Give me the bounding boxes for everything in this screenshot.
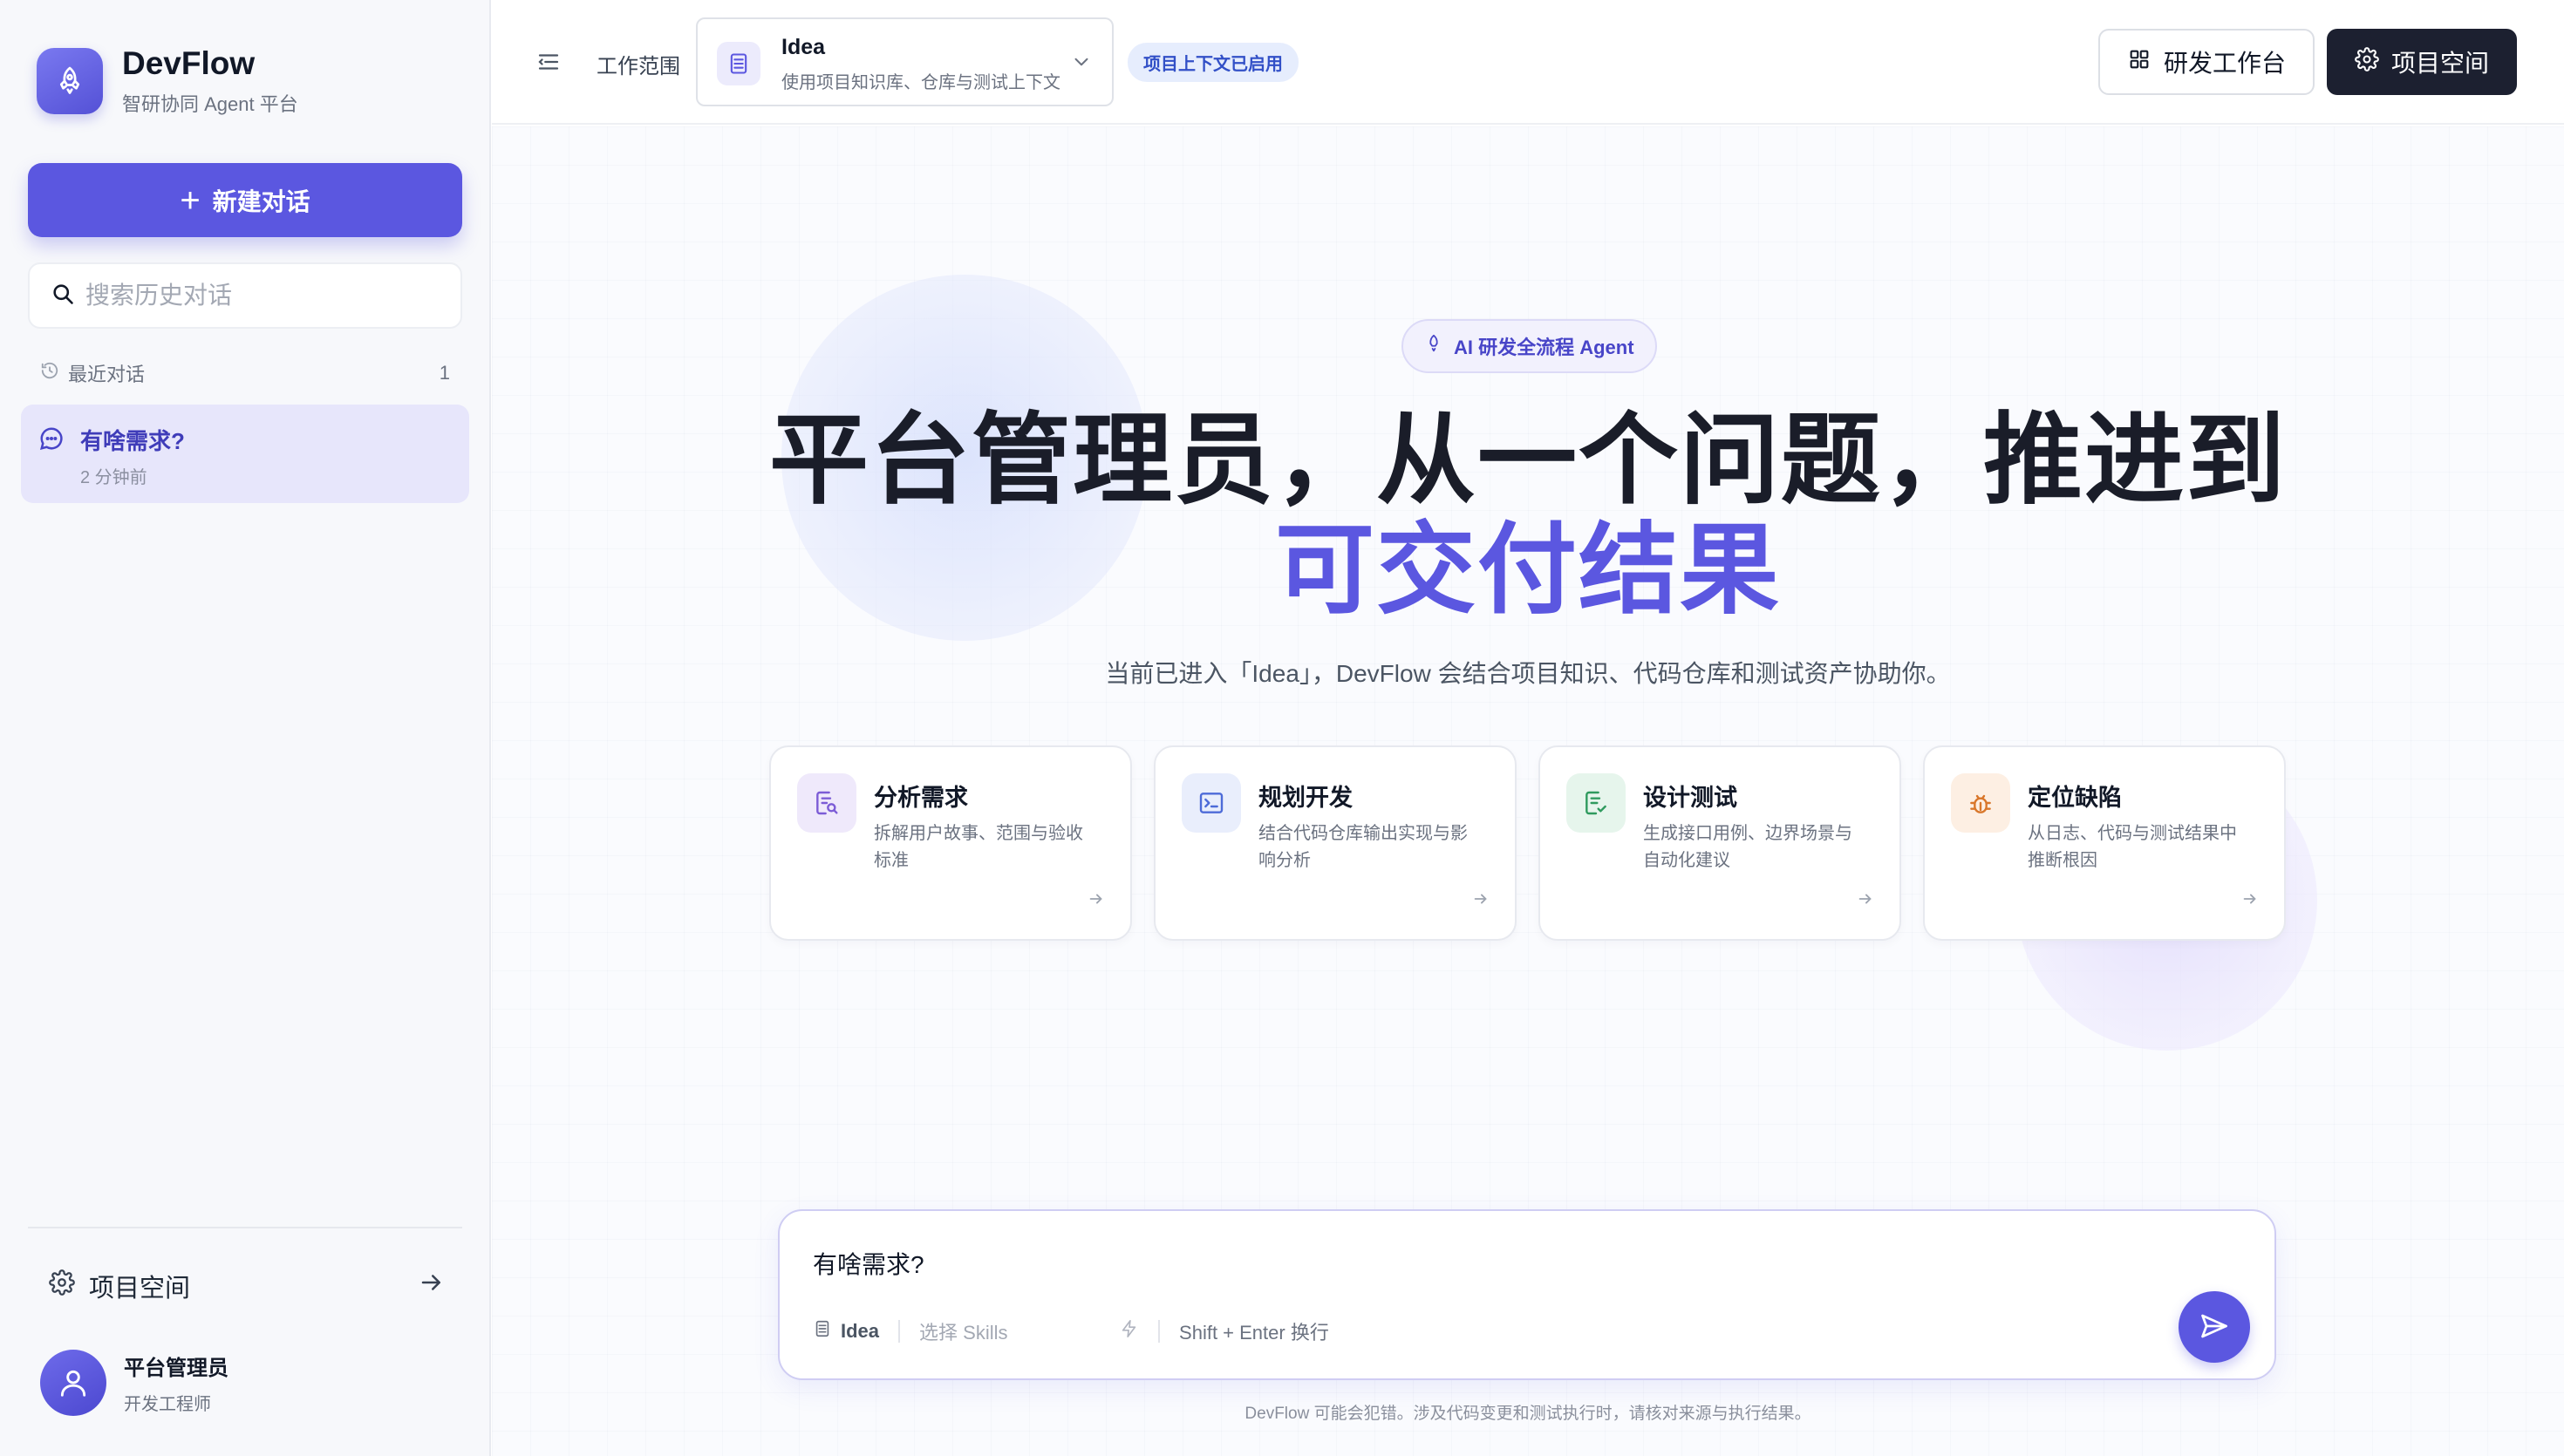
sidebar-toggle-icon[interactable] (535, 49, 562, 79)
arrow-right-icon (1087, 889, 1106, 913)
brand: DevFlow 智研协同 Agent 平台 (37, 45, 298, 117)
test-document-icon (1566, 773, 1626, 833)
hero-title-accent: 可交付结果 (1274, 515, 1781, 626)
history-icon (40, 361, 59, 385)
search-icon (51, 282, 75, 310)
card-description: 从日志、代码与测试结果中推断根因 (2028, 824, 2237, 870)
rocket-icon (1424, 334, 1443, 358)
rocket-icon (37, 48, 103, 114)
card-plan-development[interactable]: 规划开发 结合代码仓库输出实现与影响分析 (1154, 745, 1517, 941)
composer-scope[interactable]: Idea (813, 1319, 879, 1344)
recent-count: 1 (439, 362, 450, 384)
chat-bubble-icon (38, 425, 65, 456)
send-button[interactable] (2179, 1291, 2250, 1363)
avatar (40, 1350, 106, 1416)
workbench-button[interactable]: 研发工作台 (2098, 29, 2315, 95)
brand-subtitle: 智研协同 Agent 平台 (122, 93, 298, 115)
recent-label: 最近对话 (68, 364, 146, 385)
recent-header: 最近对话 1 (40, 359, 450, 387)
arrow-right-icon (419, 1269, 445, 1303)
arrow-right-icon (1856, 889, 1875, 913)
project-space-button-label: 项目空间 (2390, 50, 2489, 77)
grid-icon (2127, 47, 2151, 78)
scope-label: 工作范围 (597, 55, 680, 78)
document-search-icon (797, 773, 856, 833)
gear-icon (49, 1269, 75, 1303)
agent-pill: AI 研发全流程 Agent (1401, 319, 1657, 373)
bug-icon (1951, 773, 2010, 833)
composer-scope-name: Idea (841, 1320, 880, 1342)
send-icon (2199, 1310, 2230, 1344)
arrow-right-icon (1471, 889, 1490, 913)
card-locate-defects[interactable]: 定位缺陷 从日志、代码与测试结果中推断根因 (1923, 745, 2286, 941)
scope-name: Idea (781, 35, 826, 59)
user-name: 平台管理员 (124, 1357, 228, 1380)
context-status-badge: 项目上下文已启用 (1128, 43, 1299, 82)
lightning-icon[interactable] (1120, 1319, 1139, 1344)
conversation-item[interactable]: 有啥需求? 2 分钟前 (21, 405, 469, 503)
document-icon (813, 1319, 832, 1344)
agent-pill-label: AI 研发全流程 Agent (1454, 337, 1634, 358)
card-title: 分析需求 (874, 785, 968, 811)
gear-icon (2355, 46, 2379, 78)
workbench-label: 研发工作台 (2163, 50, 2286, 77)
user-profile[interactable]: 平台管理员 开发工程师 (40, 1350, 228, 1416)
search-box[interactable] (28, 262, 462, 329)
conversation-time: 2 分钟前 (80, 468, 147, 487)
main-area: AI 研发全流程 Agent 平台管理员，从一个问题，推进到 可交付结果 当前已… (492, 126, 2564, 1456)
card-description: 拆解用户故事、范围与验收标准 (874, 824, 1083, 870)
divider (898, 1320, 901, 1343)
hero-subtitle: 当前已进入「Idea」，DevFlow 会结合项目知识、代码仓库和测试资产协助你… (1105, 660, 1951, 687)
conversation-title: 有啥需求? (80, 428, 185, 454)
sidebar: DevFlow 智研协同 Agent 平台 + 新建对话 最近对话 1 (0, 0, 491, 1456)
document-icon (717, 42, 760, 85)
search-input[interactable] (85, 282, 452, 310)
card-title: 定位缺陷 (2028, 785, 2122, 811)
chevron-down-icon (1070, 51, 1093, 78)
terminal-icon (1182, 773, 1241, 833)
divider (1158, 1320, 1161, 1343)
composer-toolbar: Idea 选择 Skills Shift + Enter 换行 (813, 1316, 1329, 1347)
card-analyze-requirements[interactable]: 分析需求 拆解用户故事、范围与验收标准 (769, 745, 1132, 941)
disclaimer: DevFlow 可能会犯错。涉及代码变更和测试执行时，请核对来源与执行结果。 (1244, 1405, 1811, 1423)
new-chat-label: 新建对话 (212, 187, 310, 215)
sidebar-project-space-link[interactable]: 项目空间 (35, 1264, 445, 1308)
project-space-label: 项目空间 (89, 1275, 191, 1303)
brand-name: DevFlow (122, 45, 256, 81)
card-title: 设计测试 (1643, 785, 1737, 811)
newline-hint: Shift + Enter 换行 (1179, 1322, 1329, 1344)
scope-description: 使用项目知识库、仓库与测试上下文 (781, 73, 1060, 92)
card-title: 规划开发 (1258, 785, 1353, 811)
card-description: 结合代码仓库输出实现与影响分析 (1258, 824, 1468, 870)
plus-icon: + (180, 180, 201, 220)
top-header: 工作范围 Idea 使用项目知识库、仓库与测试上下文 项目上下文已启用 研发工作… (492, 0, 2564, 125)
arrow-right-icon (2240, 889, 2260, 913)
message-input[interactable]: 有啥需求? (813, 1246, 924, 1281)
card-description: 生成接口用例、边界场景与自动化建议 (1643, 824, 1852, 870)
new-chat-button[interactable]: + 新建对话 (28, 163, 462, 237)
project-space-button[interactable]: 项目空间 (2327, 29, 2517, 95)
sidebar-divider (28, 1227, 462, 1228)
skills-select[interactable]: 选择 Skills (919, 1317, 1120, 1345)
scope-select[interactable]: Idea 使用项目知识库、仓库与测试上下文 (696, 17, 1114, 106)
hero-title: 平台管理员，从一个问题，推进到 (768, 405, 2287, 516)
card-design-tests[interactable]: 设计测试 生成接口用例、边界场景与自动化建议 (1538, 745, 1901, 941)
message-composer[interactable]: 有啥需求? Idea 选择 Skills Shift + Enter 换行 (778, 1209, 2276, 1380)
user-role: 开发工程师 (124, 1395, 211, 1414)
